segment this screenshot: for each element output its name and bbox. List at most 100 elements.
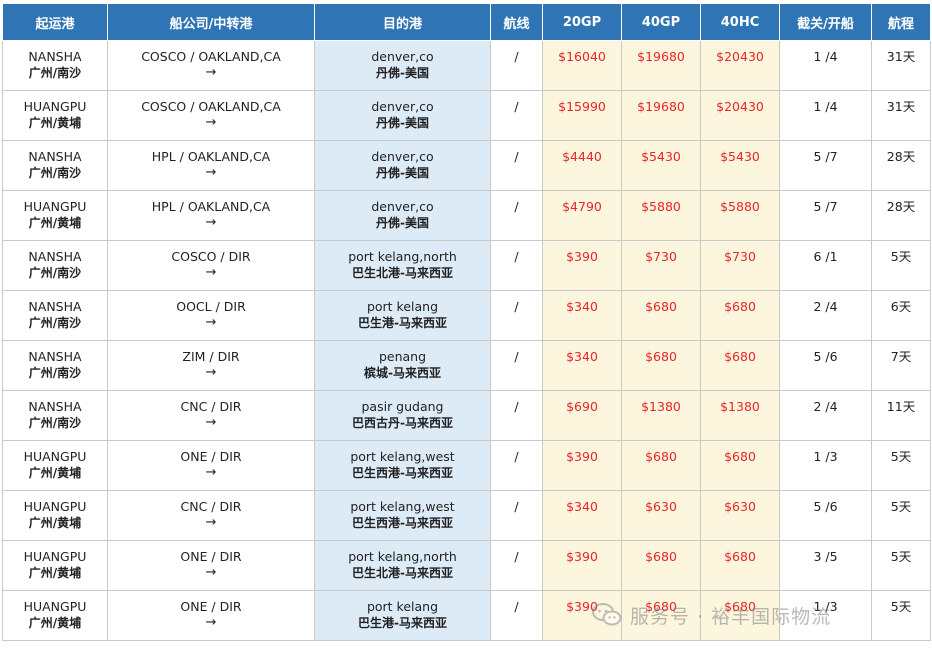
transfer-arrow: → <box>205 565 217 580</box>
schedule-cell: 1 /4 <box>779 90 872 141</box>
price-20gp-cell: $390 <box>542 240 622 291</box>
origin-en: NANSHA <box>28 149 82 164</box>
destination-cell: pasir gudang 巴西古丹-马来西亚 <box>314 390 491 441</box>
route-cell: / <box>490 340 543 391</box>
price-20gp-cell: $4790 <box>542 190 622 241</box>
transfer-arrow: → <box>205 515 217 530</box>
route-cell: / <box>490 540 543 591</box>
transit-text: 6天 <box>890 299 912 314</box>
schedule-text: 3 /5 <box>813 549 838 564</box>
destination-cn: 巴生北港-马来西亚 <box>352 566 453 580</box>
transit-text: 5天 <box>890 249 912 264</box>
price-40gp: $680 <box>645 299 677 314</box>
transit-text: 11天 <box>886 399 916 414</box>
schedule-cell: 6 /1 <box>779 240 872 291</box>
origin-cell: HUANGPU 广州/黄埔 <box>2 590 108 641</box>
route-text: / <box>514 149 519 164</box>
carrier-text: ONE / DIR <box>180 549 242 564</box>
route-text: / <box>514 549 519 564</box>
transit-cell: 28天 <box>871 190 931 241</box>
price-40gp: $680 <box>645 599 677 614</box>
carrier-text: HPL / OAKLAND,CA <box>151 199 271 214</box>
price-40gp: $5880 <box>641 199 681 214</box>
transfer-arrow: → <box>205 315 217 330</box>
price-40hc-cell: $680 <box>700 290 780 341</box>
transit-text: 28天 <box>886 199 916 214</box>
transfer-arrow: → <box>205 365 217 380</box>
origin-en: NANSHA <box>28 399 82 414</box>
destination-en: port kelang,north <box>348 249 457 264</box>
origin-en: NANSHA <box>28 349 82 364</box>
price-20gp: $390 <box>566 449 598 464</box>
origin-cn: 广州/黄埔 <box>28 516 82 530</box>
destination-cell: port kelang 巴生港-马来西亚 <box>314 590 491 641</box>
destination-cell: port kelang,north 巴生北港-马来西亚 <box>314 540 491 591</box>
price-40gp-cell: $630 <box>621 490 701 541</box>
route-cell: / <box>490 190 543 241</box>
transfer-arrow: → <box>205 115 217 130</box>
destination-cell: denver,co 丹佛-美国 <box>314 90 491 141</box>
origin-en: NANSHA <box>28 299 82 314</box>
carrier-text: CNC / DIR <box>180 399 242 414</box>
price-40hc-cell: $20430 <box>700 90 780 141</box>
route-text: / <box>514 49 519 64</box>
origin-en: NANSHA <box>28 249 82 264</box>
origin-cn: 广州/南沙 <box>28 416 82 430</box>
destination-cell: denver,co 丹佛-美国 <box>314 190 491 241</box>
price-20gp: $390 <box>566 549 598 564</box>
price-20gp-cell: $390 <box>542 590 622 641</box>
schedule-text: 5 /6 <box>813 349 838 364</box>
origin-cell: HUANGPU 广州/黄埔 <box>2 540 108 591</box>
table-row: HUANGPU 广州/黄埔 CNC / DIR → port kelang,west 巴生… <box>2 490 931 541</box>
route-cell: / <box>490 240 543 291</box>
route-text: / <box>514 349 519 364</box>
origin-en: HUANGPU <box>23 449 87 464</box>
origin-cn: 广州/南沙 <box>28 66 82 80</box>
schedule-cell: 5 /7 <box>779 190 872 241</box>
route-text: / <box>514 199 519 214</box>
header-row: 起运港 船公司/中转港 目的港 航线 20GP 40GP 40HC 截关/开船 航程 <box>2 3 931 41</box>
origin-cell: HUANGPU 广州/黄埔 <box>2 90 108 141</box>
price-40hc-cell: $680 <box>700 590 780 641</box>
column-header: 40HC <box>700 3 780 41</box>
transit-text: 28天 <box>886 149 916 164</box>
destination-en: port kelang <box>366 599 439 614</box>
price-20gp-cell: $390 <box>542 440 622 491</box>
origin-en: HUANGPU <box>23 599 87 614</box>
price-40hc: $680 <box>724 549 756 564</box>
schedule-cell: 2 /4 <box>779 390 872 441</box>
price-20gp: $4790 <box>562 199 602 214</box>
table-row: HUANGPU 广州/黄埔 COSCO / OAKLAND,CA → denver,co… <box>2 90 931 141</box>
transit-text: 5天 <box>890 499 912 514</box>
carrier-cell: COSCO / OAKLAND,CA → <box>107 40 315 91</box>
price-40hc-cell: $5430 <box>700 140 780 191</box>
origin-cn: 广州/黄埔 <box>28 616 82 630</box>
carrier-text: OOCL / DIR <box>176 299 246 314</box>
column-header: 目的港 <box>314 3 491 41</box>
schedule-cell: 5 /6 <box>779 340 872 391</box>
price-40hc: $1380 <box>720 399 760 414</box>
schedule-text: 1 /4 <box>813 49 838 64</box>
transit-cell: 7天 <box>871 340 931 391</box>
price-40hc: $730 <box>724 249 756 264</box>
schedule-text: 5 /7 <box>813 199 838 214</box>
route-text: / <box>514 399 519 414</box>
table-row: HUANGPU 广州/黄埔 HPL / OAKLAND,CA → denver,co 丹佛… <box>2 190 931 241</box>
carrier-cell: CNC / DIR → <box>107 390 315 441</box>
origin-cn: 广州/黄埔 <box>28 116 82 130</box>
origin-cell: NANSHA 广州/南沙 <box>2 340 108 391</box>
price-40gp: $1380 <box>641 399 681 414</box>
origin-cell: NANSHA 广州/南沙 <box>2 140 108 191</box>
price-40gp-cell: $19680 <box>621 90 701 141</box>
carrier-cell: COSCO / DIR → <box>107 240 315 291</box>
table-body: NANSHA 广州/南沙 COSCO / OAKLAND,CA → denver,co 丹… <box>2 40 931 641</box>
carrier-cell: HPL / OAKLAND,CA → <box>107 190 315 241</box>
transit-text: 5天 <box>890 599 912 614</box>
destination-cn: 丹佛-美国 <box>376 116 429 130</box>
price-40gp-cell: $680 <box>621 340 701 391</box>
column-header: 截关/开船 <box>779 3 872 41</box>
origin-en: HUANGPU <box>23 549 87 564</box>
carrier-cell: ONE / DIR → <box>107 440 315 491</box>
destination-cn: 巴西古丹-马来西亚 <box>352 416 453 430</box>
destination-cell: penang 槟城-马来西亚 <box>314 340 491 391</box>
